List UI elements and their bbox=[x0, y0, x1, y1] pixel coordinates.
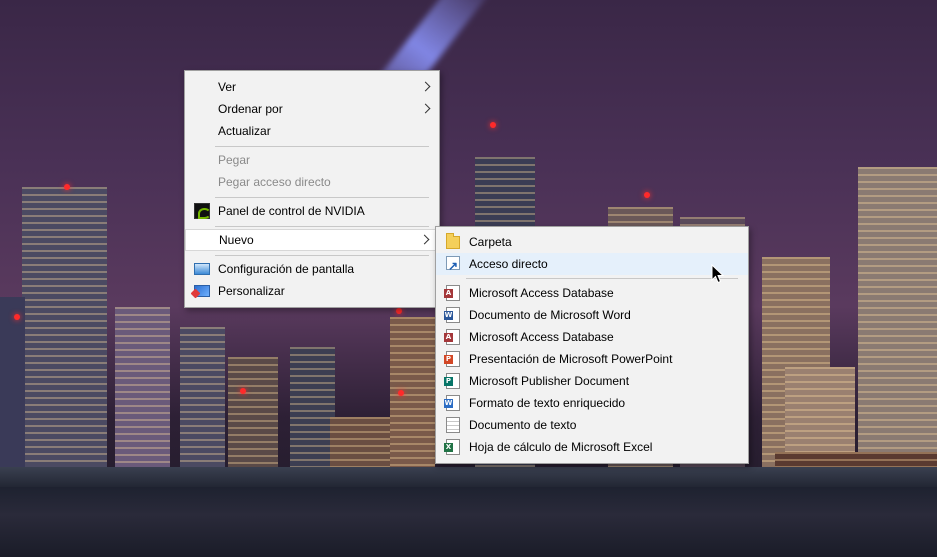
nvidia-icon bbox=[194, 203, 211, 219]
access-icon-letter: A bbox=[444, 289, 453, 298]
beacon-light bbox=[396, 308, 402, 314]
submenu-item-rich-text[interactable]: W Formato de texto enriquecido bbox=[436, 392, 748, 414]
beacon-light bbox=[490, 122, 496, 128]
beacon-light bbox=[644, 192, 650, 198]
personalize-icon bbox=[194, 285, 210, 297]
water bbox=[0, 487, 937, 557]
word-icon: W bbox=[444, 307, 460, 323]
menu-item-label: Formato de texto enriquecido bbox=[469, 396, 626, 410]
menu-item-label: Nuevo bbox=[219, 233, 254, 247]
publisher-icon-letter: P bbox=[444, 377, 453, 386]
shoreline bbox=[0, 467, 937, 489]
menu-item-label: Pegar bbox=[218, 153, 251, 167]
submenu-item-publisher[interactable]: P Microsoft Publisher Document bbox=[436, 370, 748, 392]
menu-item-label: Panel de control de NVIDIA bbox=[218, 204, 365, 218]
chevron-right-icon bbox=[419, 234, 430, 245]
menu-item-label: Ordenar por bbox=[218, 102, 283, 116]
access-icon: A bbox=[444, 285, 460, 301]
excel-icon-letter: X bbox=[444, 443, 453, 452]
menu-separator bbox=[215, 146, 429, 147]
submenu-item-access-database[interactable]: A Microsoft Access Database bbox=[436, 282, 748, 304]
menu-item-label: Documento de texto bbox=[469, 418, 577, 432]
beacon-light bbox=[14, 314, 20, 320]
menu-item-label: Microsoft Access Database bbox=[469, 286, 614, 300]
beacon-light bbox=[64, 184, 70, 190]
menu-item-pegar-acceso-directo[interactable]: Pegar acceso directo bbox=[185, 171, 439, 193]
new-submenu: Carpeta Acceso directo A Microsoft Acces… bbox=[435, 226, 749, 464]
menu-item-label: Presentación de Microsoft PowerPoint bbox=[469, 352, 673, 366]
menu-item-nuevo[interactable]: Nuevo bbox=[185, 229, 439, 251]
powerpoint-icon-letter: P bbox=[444, 355, 453, 364]
menu-item-personalizar[interactable]: Personalizar bbox=[185, 280, 439, 302]
menu-item-configuracion-pantalla[interactable]: Configuración de pantalla bbox=[185, 258, 439, 280]
beacon-light bbox=[398, 390, 404, 396]
menu-item-label: Hoja de cálculo de Microsoft Excel bbox=[469, 440, 653, 454]
word-icon-letter: W bbox=[444, 311, 453, 320]
submenu-item-carpeta[interactable]: Carpeta bbox=[436, 231, 748, 253]
menu-separator bbox=[215, 197, 429, 198]
building bbox=[858, 167, 937, 497]
excel-icon: X bbox=[444, 439, 460, 455]
menu-item-label: Microsoft Publisher Document bbox=[469, 374, 630, 388]
menu-item-label: Acceso directo bbox=[469, 257, 548, 271]
menu-item-nvidia-panel[interactable]: Panel de control de NVIDIA bbox=[185, 200, 439, 222]
menu-separator bbox=[215, 226, 429, 227]
menu-item-label: Carpeta bbox=[469, 235, 512, 249]
menu-item-label: Microsoft Access Database bbox=[469, 330, 614, 344]
menu-item-actualizar[interactable]: Actualizar bbox=[185, 120, 439, 142]
menu-item-label: Personalizar bbox=[218, 284, 285, 298]
menu-item-ordenar-por[interactable]: Ordenar por bbox=[185, 98, 439, 120]
menu-item-ver[interactable]: Ver bbox=[185, 76, 439, 98]
building bbox=[22, 187, 107, 497]
desktop-context-menu: Ver Ordenar por Actualizar Pegar Pegar a… bbox=[184, 70, 440, 308]
shortcut-icon bbox=[446, 255, 460, 277]
submenu-item-access-database-2[interactable]: A Microsoft Access Database bbox=[436, 326, 748, 348]
chevron-right-icon bbox=[420, 103, 431, 114]
menu-item-label: Configuración de pantalla bbox=[218, 262, 355, 276]
rich-text-icon: W bbox=[444, 395, 460, 411]
access-icon: A bbox=[444, 329, 460, 345]
access-icon-letter: A bbox=[444, 333, 453, 342]
publisher-icon: P bbox=[444, 373, 460, 389]
menu-separator bbox=[215, 255, 429, 256]
submenu-item-word-document[interactable]: W Documento de Microsoft Word bbox=[436, 304, 748, 326]
folder-icon bbox=[446, 233, 460, 249]
submenu-item-text-document[interactable]: Documento de texto bbox=[436, 414, 748, 436]
submenu-item-excel[interactable]: X Hoja de cálculo de Microsoft Excel bbox=[436, 436, 748, 458]
beacon-light bbox=[240, 388, 246, 394]
menu-item-pegar[interactable]: Pegar bbox=[185, 149, 439, 171]
rich-text-icon-letter: W bbox=[444, 399, 453, 408]
menu-item-label: Ver bbox=[218, 80, 237, 94]
chevron-right-icon bbox=[420, 81, 431, 92]
submenu-item-powerpoint[interactable]: P Presentación de Microsoft PowerPoint bbox=[436, 348, 748, 370]
text-document-icon bbox=[446, 417, 460, 433]
menu-item-label: Documento de Microsoft Word bbox=[469, 308, 631, 322]
menu-item-label: Actualizar bbox=[218, 124, 271, 138]
menu-separator bbox=[466, 278, 738, 279]
menu-item-label: Pegar acceso directo bbox=[218, 175, 331, 189]
submenu-item-acceso-directo[interactable]: Acceso directo bbox=[436, 253, 748, 277]
display-settings-icon bbox=[194, 263, 210, 275]
powerpoint-icon: P bbox=[444, 351, 460, 367]
